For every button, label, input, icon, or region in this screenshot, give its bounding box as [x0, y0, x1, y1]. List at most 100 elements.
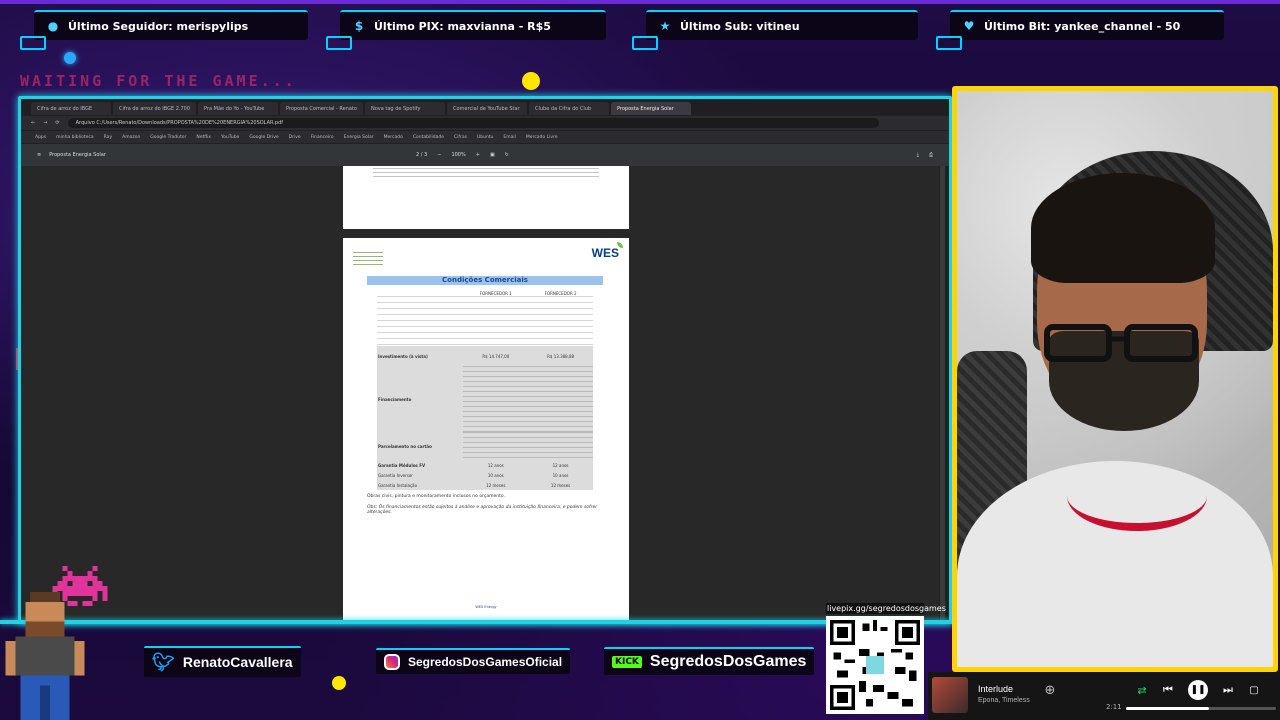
- screen-capture: Cifra de arroz do IBGE Cifra de arroz do…: [18, 96, 952, 624]
- bookmark[interactable]: Google Drive: [249, 135, 278, 140]
- browser-tab[interactable]: Proposta Comercial - Renato: [280, 102, 363, 115]
- pdf-toolbar: ≡ Proposta Energia Solar 2 / 3 − 100% + …: [21, 144, 949, 166]
- bookmark[interactable]: Ray: [104, 135, 112, 140]
- inverter-label: Garantia Inversor: [378, 472, 413, 478]
- financing-label: Financiamento: [378, 396, 412, 402]
- shuffle-icon[interactable]: ⇄: [1132, 680, 1152, 700]
- bookmark[interactable]: Mercado: [384, 135, 403, 140]
- browser-tabstrip: Cifra de arroz do IBGE Cifra de arroz do…: [21, 99, 949, 115]
- bookmark[interactable]: minha biblioteca: [56, 135, 94, 140]
- webcam-frame: [952, 86, 1278, 672]
- user-icon: ●: [47, 19, 59, 33]
- pdf-page-1: [343, 166, 629, 229]
- instagram-icon: [384, 654, 400, 670]
- music-player: Interlude Epona, Timeless ⊕ ⇄ ⏮︎ ❚❚ ⏭︎ ▢…: [928, 672, 1280, 720]
- pixel-character-icon: [5, 592, 85, 720]
- yellow-dot-bottom: [332, 676, 346, 690]
- bookmark[interactable]: YouTube: [221, 135, 239, 140]
- bookmark[interactable]: Netflix: [196, 135, 211, 140]
- browser-tab[interactable]: Pra Mãe do Yo - YouTube: [198, 102, 279, 115]
- financing-values: [463, 366, 593, 432]
- bookmark[interactable]: Energia Solar: [344, 135, 374, 140]
- progress-bar[interactable]: [1126, 707, 1276, 710]
- twitter-label: RenatoCavallera: [182, 654, 293, 670]
- rotate-icon[interactable]: ↻: [505, 152, 509, 158]
- alert-follower: ● Último Seguidor: merispylips: [20, 10, 308, 50]
- browser-tab[interactable]: Cifra de arroz do IBGE 2.700: [113, 102, 197, 115]
- card-label: Parcelamento no cartão: [378, 443, 432, 449]
- add-icon[interactable]: ⊕: [1040, 680, 1060, 700]
- bookmark[interactable]: Google Tradutor: [150, 135, 186, 140]
- print-icon[interactable]: ⎙: [929, 152, 933, 158]
- twitter-icon: 🐦︎: [152, 651, 175, 672]
- yellow-dot: [522, 72, 540, 90]
- bookmark[interactable]: Apps: [35, 135, 46, 140]
- bookmark[interactable]: Amazon: [122, 135, 140, 140]
- pdf-scrollbar[interactable]: [940, 166, 945, 621]
- note-1: Obras civis, pintura e monitoramento inc…: [367, 494, 505, 499]
- wes-logo: WES: [591, 246, 619, 260]
- zoom-in-icon[interactable]: +: [476, 152, 480, 158]
- browser-tab[interactable]: Comercial de YouTube Star: [447, 102, 527, 115]
- forward-icon[interactable]: →: [43, 120, 47, 126]
- reload-icon[interactable]: ⟳: [55, 120, 59, 126]
- browser-tab[interactable]: Cifra de arroz do IBGE: [31, 102, 111, 115]
- spec-rows: [377, 296, 593, 346]
- investment-a: R$ 14.747,00: [482, 353, 510, 359]
- pix-icon: $: [354, 19, 364, 33]
- browser-tab[interactable]: Nova tag de Spotify: [365, 102, 445, 115]
- page1-text: [373, 168, 599, 178]
- download-icon[interactable]: ⤓: [917, 152, 919, 158]
- browser-tab[interactable]: Clube da Cifra do Club: [529, 102, 609, 115]
- address-input[interactable]: Arquivo C:/Users/Renato/Downloads/PROPOS…: [67, 118, 879, 128]
- bookmark[interactable]: Contabilidade: [413, 135, 444, 140]
- investment-label: Investimento (à vista): [378, 353, 428, 359]
- song-title: Interlude: [978, 684, 1014, 694]
- page-header-text: [353, 252, 383, 266]
- next-icon[interactable]: ⏭︎: [1218, 680, 1238, 700]
- back-icon[interactable]: ←: [31, 120, 35, 126]
- song-artist: Epona, Timeless: [978, 697, 1030, 704]
- zoom-out-icon[interactable]: −: [437, 152, 441, 158]
- warranty-a: 12 anos: [487, 462, 504, 468]
- alert-follower-label: Último Seguidor: merispylips: [68, 19, 249, 33]
- fit-page-icon[interactable]: ▣: [490, 152, 495, 158]
- bookmarks-bar: Apps minha biblioteca Ray Amazon Google …: [21, 131, 949, 143]
- bookmark[interactable]: Email: [503, 135, 516, 140]
- frame-bottom-line: [0, 620, 952, 624]
- investment-b: R$ 13.388,88: [547, 353, 575, 359]
- blue-dot: [64, 52, 76, 64]
- section-title: Condições Comerciais: [367, 276, 603, 285]
- card-values: [463, 432, 593, 460]
- warranty-label: Garantia Módulos FV: [378, 462, 426, 468]
- bookmark[interactable]: Cifras: [454, 135, 467, 140]
- bookmark[interactable]: Financeiro: [311, 135, 334, 140]
- bookmark[interactable]: Drive: [289, 135, 301, 140]
- browser-tab-active[interactable]: Proposta Energia Solar: [611, 102, 691, 115]
- alerts-bar: ● Último Seguidor: merispylips $ Último …: [0, 0, 1280, 50]
- glasses-icon: [1044, 324, 1198, 362]
- progress-fill: [1126, 707, 1209, 710]
- pdf-notes: Obras civis, pintura e monitoramento inc…: [367, 494, 607, 515]
- address-bar-row: ← → ⟳ Arquivo C:/Users/Renato/Downloads/…: [21, 116, 949, 130]
- menu-icon[interactable]: ≡: [37, 152, 41, 158]
- pause-button[interactable]: ❚❚: [1188, 680, 1208, 700]
- pdf-viewport[interactable]: WES Condições Comerciais FORNECEDOR 1 FOR…: [21, 166, 939, 621]
- twitter-handle[interactable]: 🐦︎ RenatoCavallera: [144, 645, 301, 677]
- alert-sub-label: Último Sub: vitineu: [680, 19, 800, 33]
- pdf-title: Proposta Energia Solar: [49, 152, 106, 158]
- inverter-b: 10 anos: [552, 472, 569, 478]
- alert-pix-label: Último PIX: maxvianna - R$5: [374, 19, 551, 33]
- instagram-handle[interactable]: SegredosDosGamesOficial: [376, 646, 571, 676]
- lyrics-icon[interactable]: ▢: [1244, 680, 1264, 700]
- bookmark[interactable]: Ubuntu: [477, 135, 493, 140]
- kick-label: SegredosDosGames: [649, 653, 807, 670]
- kick-handle[interactable]: KICK SegredosDosGames: [604, 646, 815, 676]
- pdf-footer: WES Energy: [475, 605, 497, 609]
- qr-code[interactable]: [826, 616, 924, 714]
- page-counter[interactable]: 2 / 3: [416, 152, 427, 158]
- waiting-text: WAITING FOR THE GAME...: [20, 72, 297, 90]
- bookmark[interactable]: Mercado Livre: [526, 135, 558, 140]
- previous-icon[interactable]: ⏮︎: [1158, 680, 1178, 700]
- zoom-level[interactable]: 100%: [451, 152, 465, 158]
